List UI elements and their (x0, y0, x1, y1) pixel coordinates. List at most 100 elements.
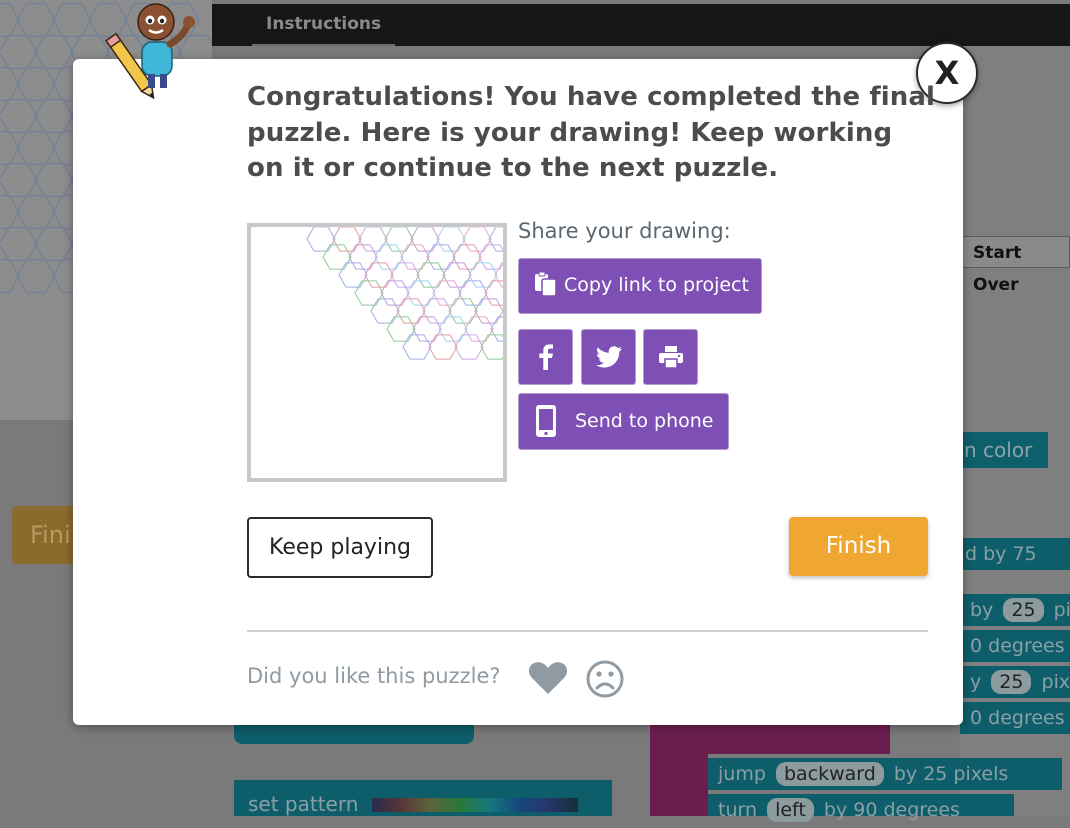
block-tail: pixe (1041, 671, 1070, 693)
drawing-hexagon (386, 316, 416, 342)
drawing-hexagon (436, 227, 466, 252)
background-hexagon (16, 258, 56, 294)
block-chip: 25 (991, 670, 1032, 694)
drawing-hexagon (358, 227, 388, 252)
drawing-hexagon (428, 334, 458, 360)
code-block: by 25 pix (960, 594, 1070, 626)
background-hexagon (0, 98, 38, 134)
copy-link-button[interactable]: Copy link to project (518, 258, 762, 314)
drawing-hexagon (370, 298, 400, 324)
drawing-hexagon (468, 262, 498, 288)
drawing-hexagon (464, 316, 494, 342)
drawing-hexagon (332, 227, 362, 252)
background-hexagon (52, 2, 92, 38)
background-hexagon (16, 2, 56, 38)
hexagon-drawing (306, 227, 503, 360)
finish-button[interactable]: Finish (789, 517, 928, 576)
background-hexagon (16, 66, 56, 102)
drawing-hexagon (410, 227, 440, 252)
background-hexagon (34, 226, 74, 262)
drawing-hexagon (402, 334, 432, 360)
block-tail: degrees (988, 635, 1065, 657)
background-hexagon (34, 162, 74, 198)
finish-button-background[interactable]: Fini (12, 506, 82, 564)
pen-color-block: n color (958, 432, 1048, 468)
congratulations-message: Congratulations! You have completed the … (247, 82, 936, 183)
code-block: y 25 pixe (960, 666, 1070, 698)
drawing-hexagon (400, 244, 430, 270)
top-bar: Instructions (212, 4, 1070, 46)
share-drawing-label: Share your drawing: (518, 219, 731, 243)
divider (247, 630, 928, 632)
drawing-hexagon (306, 227, 336, 252)
block-tail: degrees (988, 707, 1065, 729)
drawing-hexagon (442, 262, 472, 288)
feedback-question: Did you like this puzzle? (247, 664, 501, 688)
block-chip: 25 (1003, 598, 1044, 622)
sad-face-icon[interactable] (586, 660, 624, 702)
block-tail: by 75 (983, 543, 1037, 565)
tab-instructions[interactable]: Instructions (252, 4, 396, 46)
drawing-hexagon (422, 298, 452, 324)
facebook-share-button[interactable] (518, 329, 573, 385)
block-chip: left (767, 798, 814, 822)
drawing-hexagon (364, 262, 394, 288)
drawing-hexagon (480, 334, 503, 360)
background-hexagon (34, 98, 74, 134)
twitter-icon (595, 346, 622, 368)
block-text: d (965, 543, 978, 565)
print-button[interactable] (643, 329, 698, 385)
drawing-hexagon (438, 316, 468, 342)
function-block-top (650, 724, 890, 754)
block-text: 0 (970, 635, 983, 657)
pattern-swatch (372, 798, 578, 812)
drawing-hexagon (412, 316, 442, 342)
background-hexagon (16, 194, 56, 230)
block-text: y (970, 671, 982, 693)
clipboard-icon (533, 271, 559, 303)
heart-icon[interactable] (528, 661, 568, 699)
code-block: 0 degrees (960, 702, 1070, 734)
set-pattern-label: set pattern (248, 792, 359, 816)
drawing-hexagon (348, 244, 378, 270)
drawing-hexagon (474, 298, 503, 324)
code-block-jump: jump backward by 25 pixels (708, 758, 1062, 790)
background-hexagon (0, 162, 38, 198)
twitter-share-button[interactable] (581, 329, 636, 385)
block-chip: backward (775, 762, 884, 786)
facebook-icon (538, 344, 553, 370)
drawing-hexagon (390, 262, 420, 288)
drawing-hexagon (384, 227, 414, 252)
drawing-hexagon (396, 298, 426, 324)
drawing-hexagon (458, 280, 488, 306)
drawing-hexagon (406, 280, 436, 306)
send-to-phone-label: Send to phone (575, 410, 714, 432)
send-to-phone-button[interactable]: Send to phone (518, 393, 729, 450)
drawing-hexagon (416, 262, 446, 288)
printer-icon (658, 346, 683, 368)
drawing-hexagon (462, 227, 492, 252)
code-block-bottom (234, 724, 474, 744)
drawing-hexagon (426, 244, 456, 270)
block-text: by (970, 599, 994, 621)
drawing-hexagon (380, 280, 410, 306)
code-block: 0 degrees (960, 630, 1070, 662)
drawing-hexagon (448, 298, 478, 324)
background-hexagon (0, 34, 38, 70)
background-hexagon (34, 34, 74, 70)
block-tail: by 25 pixels (893, 763, 1009, 785)
block-tail: pix (1053, 599, 1070, 621)
drawing-hexagon (338, 262, 368, 288)
phone-icon (535, 404, 557, 443)
drawing-hexagon (354, 280, 384, 306)
code-block: d by 75 (955, 538, 1070, 570)
block-text: jump (718, 763, 766, 785)
block-tail: by 90 degrees (823, 799, 960, 821)
background-hexagon (16, 130, 56, 166)
drawing-preview (247, 223, 507, 482)
block-text: turn (718, 799, 758, 821)
keep-playing-button[interactable]: Keep playing (247, 517, 433, 578)
drawing-hexagon (452, 244, 482, 270)
start-over-button[interactable]: Start Over (960, 236, 1070, 295)
block-text: 0 (970, 707, 983, 729)
